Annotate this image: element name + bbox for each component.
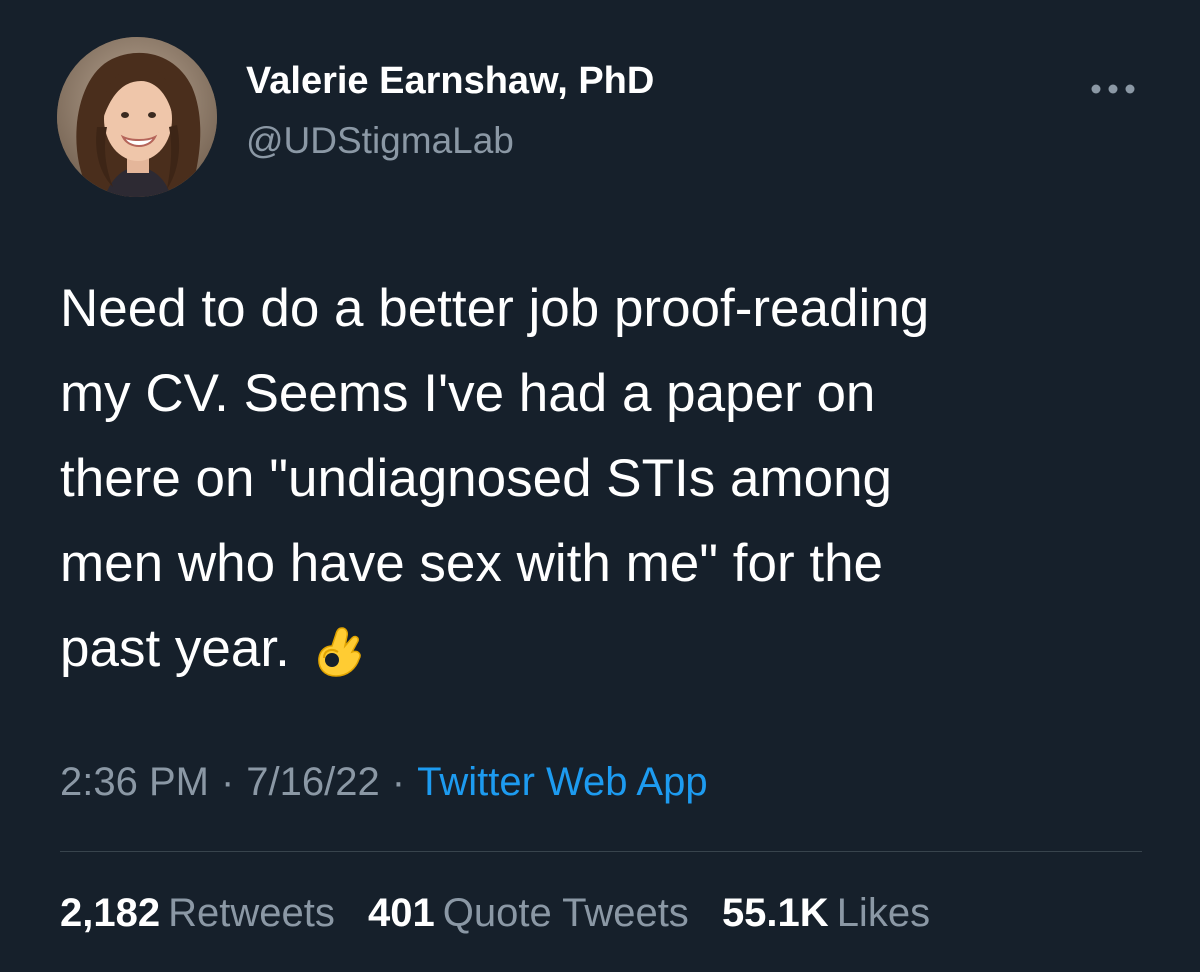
more-horizontal-icon <box>1091 84 1135 94</box>
likes-label: Likes <box>836 891 931 935</box>
quote-tweets-stat[interactable]: 401 Quote Tweets <box>368 893 689 933</box>
tweet-text-line: men who have sex with me" for the <box>60 534 884 593</box>
retweets-label: Retweets <box>168 891 335 935</box>
ok-hand-emoji-icon <box>318 627 361 677</box>
tweet-text: Need to do a better job proof-reading my… <box>60 266 1160 691</box>
profile-photo-icon <box>57 37 217 197</box>
tweet-time[interactable]: 2:36 PM <box>60 760 209 804</box>
retweets-count: 2,182 <box>60 891 161 935</box>
separator-dot: · <box>220 760 235 804</box>
tweet-text-line: past year. <box>60 619 290 678</box>
quote-tweets-count: 401 <box>367 891 435 935</box>
likes-stat[interactable]: 55.1K Likes <box>722 893 930 933</box>
engagement-stats: 2,182 Retweets 401 Quote Tweets 55.1K Likes <box>60 893 952 933</box>
author-handle[interactable]: @UDStigmaLab <box>246 122 514 159</box>
tweet-metadata: 2:36 PM · 7/16/22 · Twitter Web App <box>60 762 708 802</box>
tweet-text-last-line: past year. <box>60 606 1160 691</box>
author-name[interactable]: Valerie Earnshaw, PhD <box>246 62 654 100</box>
retweets-stat[interactable]: 2,182 Retweets <box>60 893 335 933</box>
quote-tweets-label: Quote Tweets <box>442 891 689 935</box>
tweet-source-link[interactable]: Twitter Web App <box>417 760 708 804</box>
separator-dot: · <box>391 760 406 804</box>
tweet-date[interactable]: 7/16/22 <box>246 760 379 804</box>
divider <box>60 851 1142 852</box>
likes-count: 55.1K <box>721 891 829 935</box>
more-options-button[interactable] <box>1086 76 1140 102</box>
tweet-text-line: there on "undiagnosed STIs among <box>60 449 893 508</box>
tweet-text-line: my CV. Seems I've had a paper on <box>60 364 876 423</box>
avatar[interactable] <box>57 37 217 197</box>
tweet-card: Valerie Earnshaw, PhD @UDStigmaLab Need … <box>0 0 1200 972</box>
tweet-text-line: Need to do a better job proof-reading <box>60 279 930 338</box>
